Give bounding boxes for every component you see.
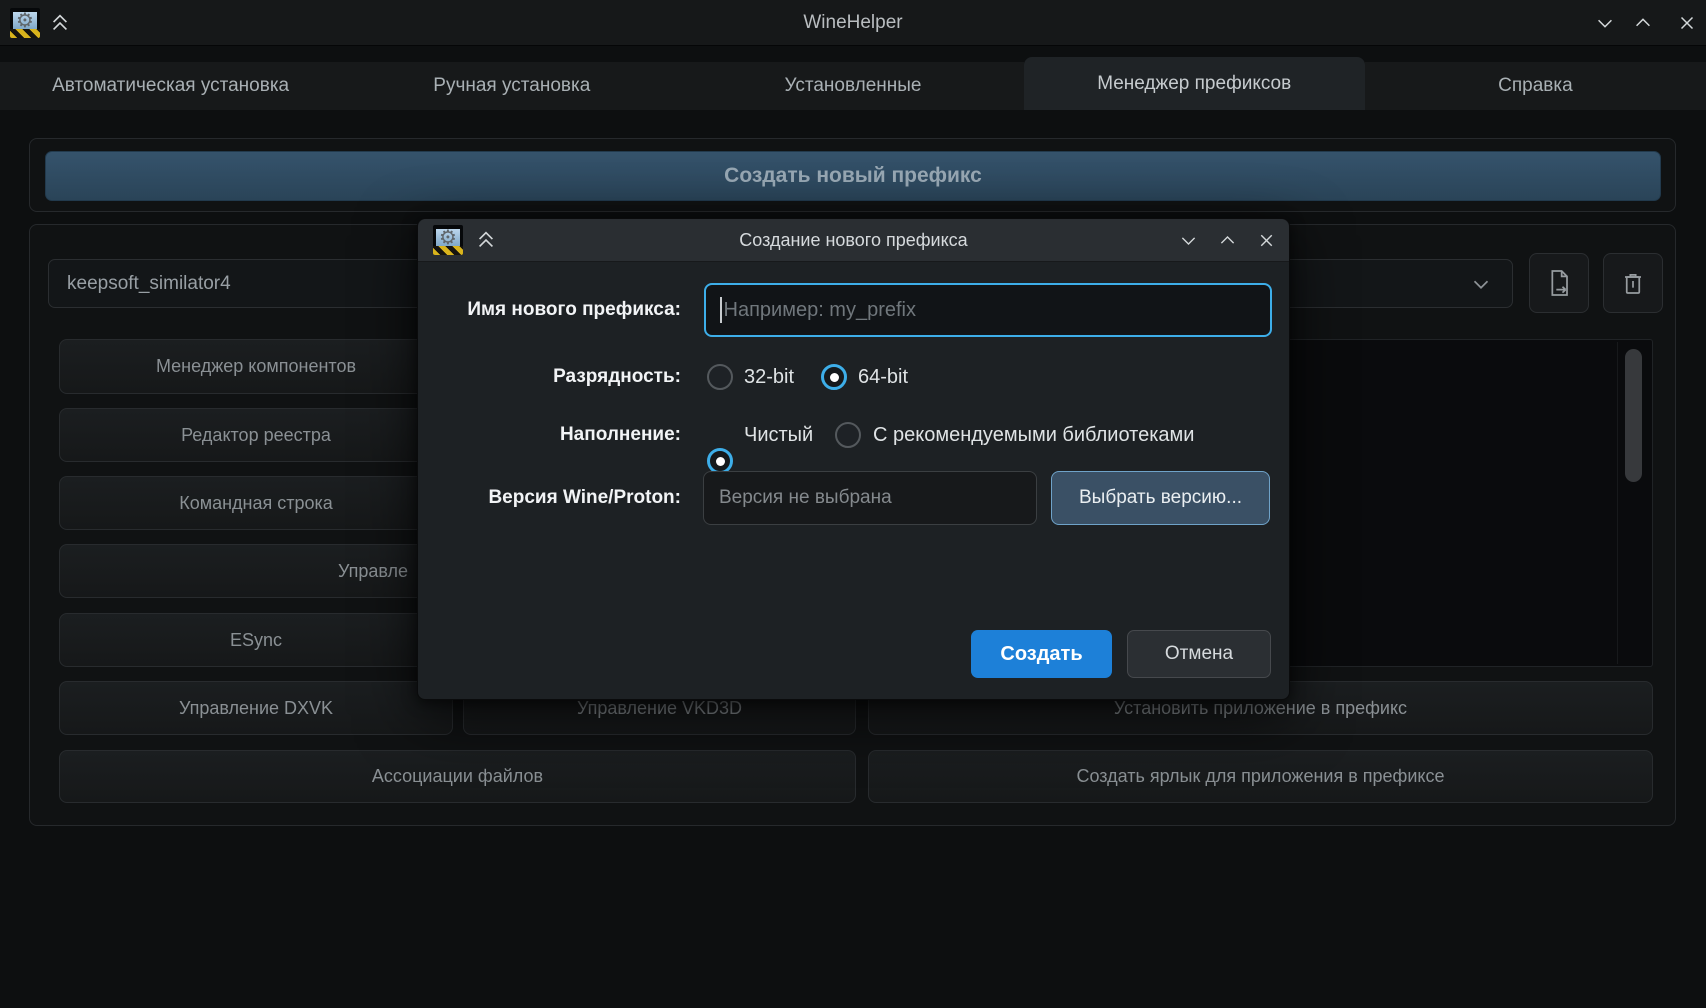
version-value: Версия не выбрана <box>719 487 892 509</box>
tab-prefix-manager[interactable]: Менеджер префиксов <box>1024 57 1365 110</box>
maximize-icon[interactable] <box>1631 11 1655 35</box>
dialog-titlebar: ⚙ Создание нового префикса <box>418 219 1289 262</box>
cancel-button[interactable]: Отмена <box>1127 630 1271 678</box>
window-title: WineHelper <box>0 0 1706 46</box>
tab-auto-install[interactable]: Автоматическая установка <box>0 62 341 110</box>
create-button[interactable]: Создать <box>971 630 1112 678</box>
scrollbar-track <box>1617 342 1618 664</box>
components-manager-button[interactable]: Менеджер компонентов <box>59 339 453 394</box>
choose-version-button[interactable]: Выбрать версию... <box>1051 471 1270 525</box>
create-shortcut-button[interactable]: Создать ярлык для приложения в префиксе <box>868 750 1653 803</box>
trash-icon <box>1617 267 1649 299</box>
fill-label: Наполнение: <box>418 422 681 448</box>
close-icon[interactable] <box>1675 11 1699 35</box>
radio-64bit[interactable] <box>821 364 847 390</box>
command-line-button[interactable]: Командная строка <box>59 476 453 530</box>
radio-32bit-label[interactable]: 32-bit <box>744 364 794 390</box>
radio-32bit[interactable] <box>707 364 733 390</box>
text-caret <box>720 297 722 323</box>
tab-bar: Автоматическая установка Ручная установк… <box>0 46 1706 110</box>
tab-help[interactable]: Справка <box>1365 62 1706 110</box>
prefix-name-placeholder: Например: my_prefix <box>724 299 917 322</box>
radio-clean-label[interactable]: Чистый <box>744 422 813 448</box>
tab-manual-install[interactable]: Ручная установка <box>341 62 682 110</box>
delete-prefix-button[interactable] <box>1603 253 1663 313</box>
new-file-icon <box>1543 267 1575 299</box>
chevron-down-icon <box>1468 271 1494 297</box>
radio-64bit-label[interactable]: 64-bit <box>858 364 908 390</box>
radio-recommended[interactable] <box>835 422 861 448</box>
dxvk-button[interactable]: Управление DXVK <box>59 681 453 735</box>
dialog-close-icon[interactable] <box>1254 228 1278 252</box>
file-associations-button[interactable]: Ассоциации файлов <box>59 750 856 803</box>
prefix-name-input[interactable]: Например: my_prefix <box>704 283 1272 337</box>
create-prefix-panel: Создать новый префикс <box>29 138 1676 212</box>
arch-label: Разрядность: <box>418 364 681 390</box>
dialog-maximize-icon[interactable] <box>1215 228 1239 252</box>
prefix-name-label: Имя нового префикса: <box>418 297 681 323</box>
dialog-minimize-icon[interactable] <box>1176 228 1200 252</box>
esync-button[interactable]: ESync <box>59 613 453 667</box>
main-titlebar: ⚙ WineHelper <box>0 0 1706 46</box>
tab-installed[interactable]: Установленные <box>682 62 1023 110</box>
create-prefix-dialog: ⚙ Создание нового префикса Имя нового пр… <box>417 218 1290 700</box>
dialog-title: Создание нового префикса <box>418 219 1289 262</box>
minimize-icon[interactable] <box>1593 11 1617 35</box>
new-file-button[interactable] <box>1529 253 1589 313</box>
create-new-prefix-button[interactable]: Создать новый префикс <box>45 151 1661 201</box>
prefix-select-value: keepsoft_similator4 <box>67 273 231 295</box>
version-label: Версия Wine/Proton: <box>418 485 681 511</box>
registry-editor-button[interactable]: Редактор реестра <box>59 408 453 462</box>
radio-recommended-label[interactable]: С рекомендуемыми библиотеками <box>873 422 1194 448</box>
version-field: Версия не выбрана <box>703 471 1037 525</box>
scrollbar-thumb[interactable] <box>1625 349 1642 482</box>
